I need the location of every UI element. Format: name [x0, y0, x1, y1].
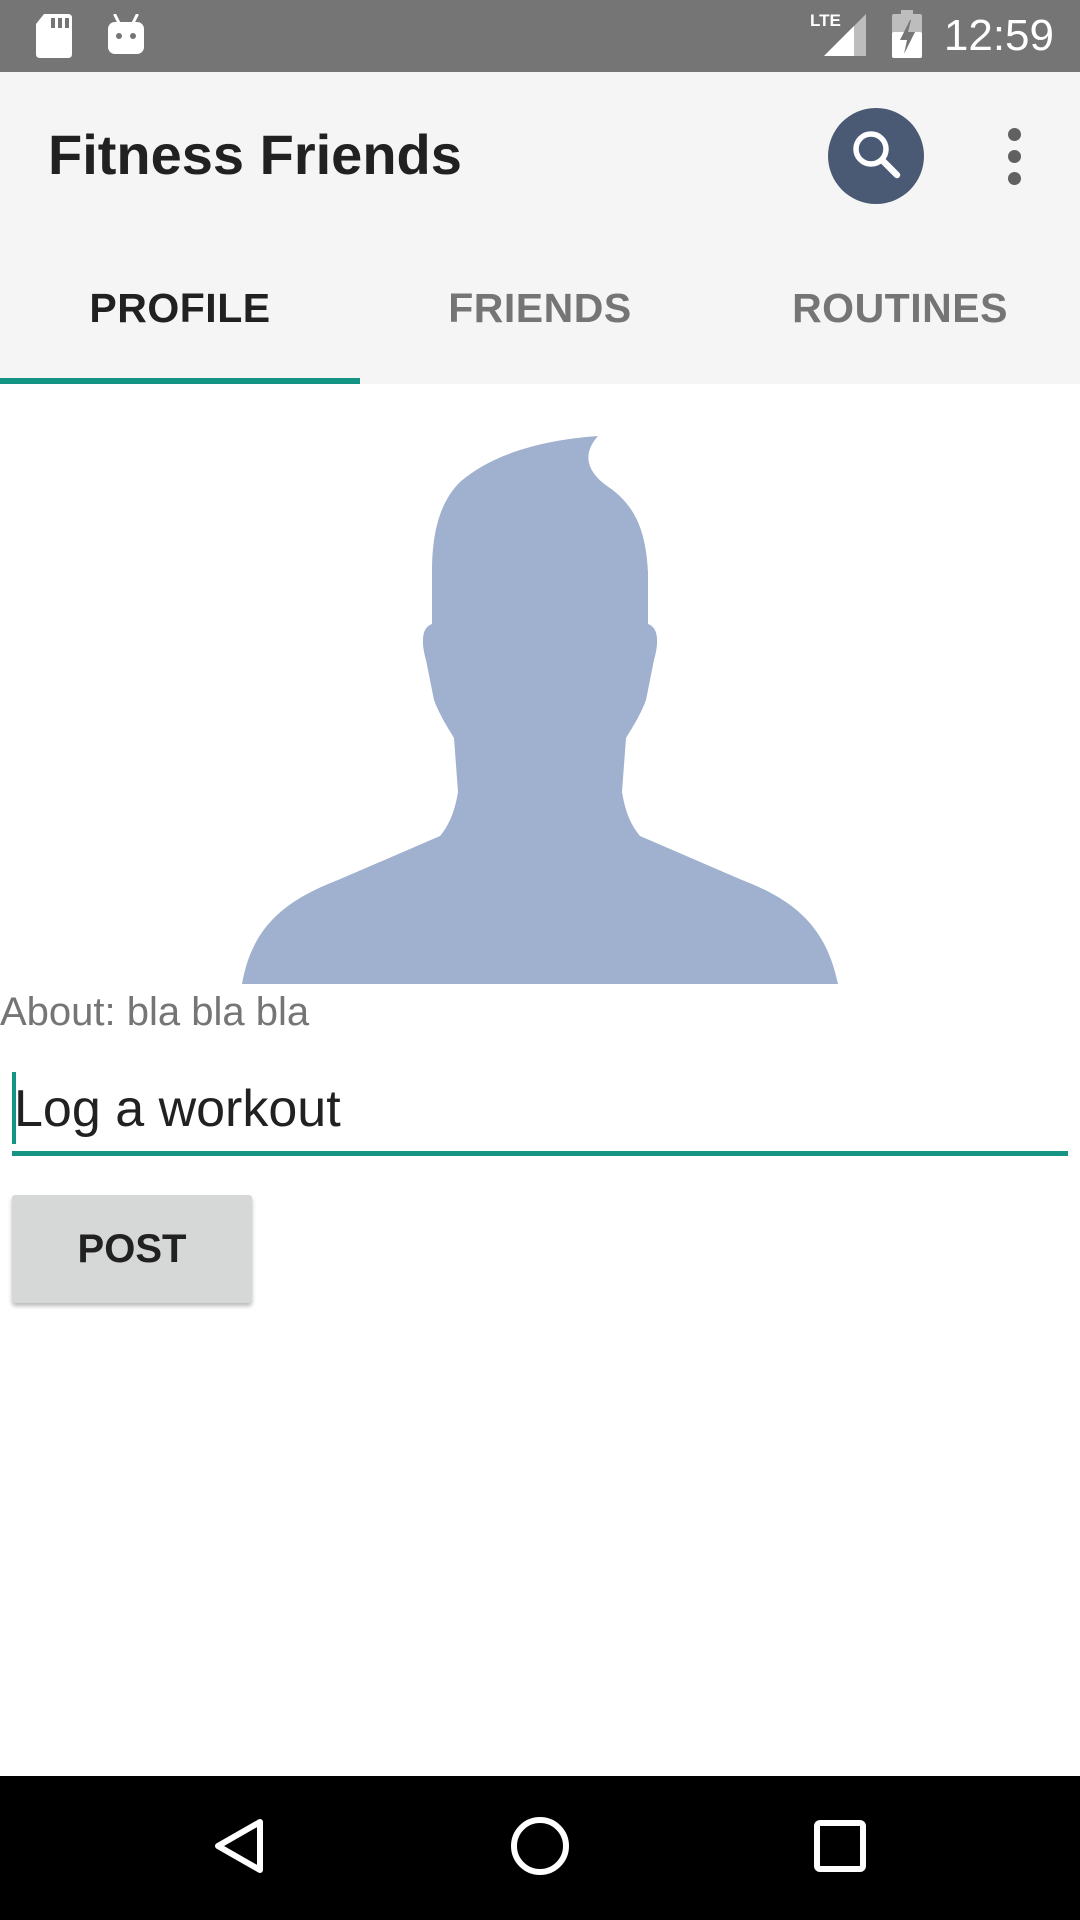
search-icon [848, 126, 904, 187]
app-bar: Fitness Friends [0, 72, 1080, 232]
tab-profile[interactable]: PROFILE [0, 232, 360, 384]
workout-input[interactable] [12, 1068, 1068, 1150]
overflow-menu-button[interactable] [990, 118, 1038, 194]
network-label: LTE [810, 11, 841, 30]
android-icon [106, 13, 146, 63]
profile-avatar [242, 432, 838, 984]
person-silhouette-icon [242, 436, 838, 984]
text-cursor [12, 1072, 16, 1144]
tab-indicator [0, 378, 360, 384]
search-button[interactable] [828, 108, 924, 204]
status-time: 12:59 [943, 11, 1054, 60]
overflow-dot [1007, 149, 1021, 163]
home-button[interactable] [460, 1776, 620, 1920]
sd-card-icon [36, 14, 72, 63]
recents-icon [812, 1818, 868, 1879]
tab-routines[interactable]: ROUTINES [720, 232, 1080, 384]
status-bar: LTE 12:59 [0, 0, 1080, 72]
tab-friends[interactable]: FRIENDS [360, 232, 720, 384]
post-button[interactable]: POST [12, 1195, 252, 1303]
tab-bar: PROFILE FRIENDS ROUTINES [0, 232, 1080, 384]
status-left-icons [36, 13, 146, 63]
recents-button[interactable] [760, 1776, 920, 1920]
workout-input-field [12, 1068, 1068, 1156]
signal-icon: LTE [810, 10, 870, 63]
overflow-menu-icon [1007, 127, 1021, 141]
input-underline [12, 1151, 1068, 1156]
battery-charging-icon [891, 9, 922, 63]
app-title: Fitness Friends [48, 123, 462, 186]
about-text: About: bla bla bla [0, 990, 310, 1034]
home-icon [508, 1814, 572, 1883]
overflow-dot [1007, 171, 1021, 185]
system-nav-bar [0, 1776, 1080, 1920]
back-icon [210, 1816, 270, 1881]
back-button[interactable] [160, 1776, 320, 1920]
status-right: LTE 12:59 [810, 0, 1080, 72]
